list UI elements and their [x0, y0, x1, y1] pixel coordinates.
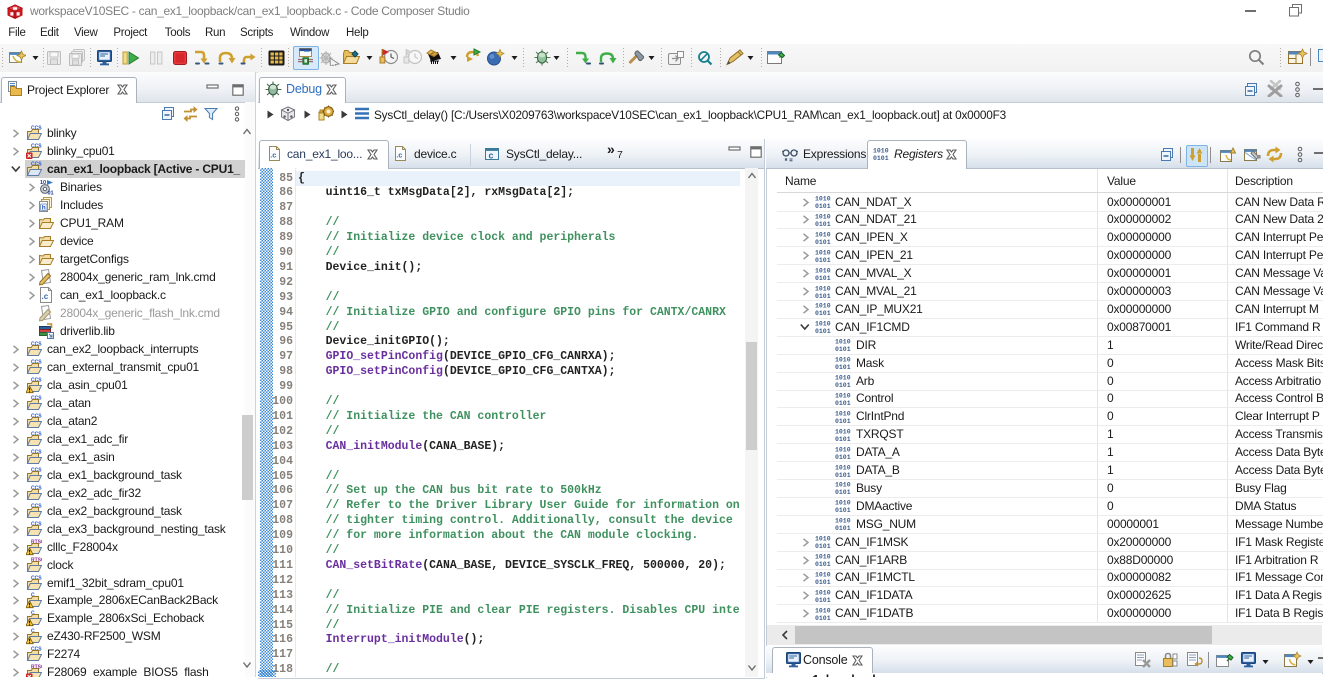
- svg-text:1010: 1010: [815, 536, 831, 543]
- svg-text:1010: 1010: [815, 607, 831, 614]
- svg-text:1010: 1010: [835, 375, 851, 382]
- svg-text:0101: 0101: [835, 400, 851, 407]
- svg-text:0101: 0101: [873, 155, 889, 162]
- svg-text:1010: 1010: [815, 267, 831, 274]
- svg-text:0101: 0101: [835, 507, 851, 514]
- svg-text:1010: 1010: [835, 392, 851, 399]
- svg-text:1010: 1010: [835, 464, 851, 471]
- svg-text:1010: 1010: [835, 410, 851, 417]
- svg-text:1010: 1010: [835, 446, 851, 453]
- svg-text:1010: 1010: [815, 589, 831, 596]
- svg-text:0101: 0101: [815, 203, 831, 210]
- svg-text:0101: 0101: [835, 525, 851, 532]
- svg-text:1010: 1010: [815, 554, 831, 561]
- svg-text:0101: 0101: [815, 615, 831, 622]
- svg-text:1010: 1010: [815, 231, 831, 238]
- svg-text:0101: 0101: [835, 454, 851, 461]
- svg-text:1010: 1010: [835, 357, 851, 364]
- svg-text:0101: 0101: [835, 364, 851, 371]
- svg-text:0101: 0101: [815, 275, 831, 282]
- svg-text:1010: 1010: [835, 339, 851, 346]
- svg-text:1010: 1010: [815, 249, 831, 256]
- svg-text:0101: 0101: [815, 310, 831, 317]
- svg-text:c: c: [489, 151, 494, 161]
- svg-text:0101: 0101: [835, 382, 851, 389]
- svg-text:0101: 0101: [815, 579, 831, 586]
- svg-text:1010: 1010: [815, 321, 831, 328]
- svg-text:0101: 0101: [815, 293, 831, 300]
- svg-text:1010: 1010: [815, 213, 831, 220]
- svg-text:1010: 1010: [835, 500, 851, 507]
- svg-text:0101: 0101: [835, 418, 851, 425]
- svg-text:1010: 1010: [815, 285, 831, 292]
- svg-text:.c: .c: [396, 151, 402, 160]
- svg-text:01: 01: [48, 190, 54, 196]
- svg-text:0101: 0101: [815, 221, 831, 228]
- svg-text:0101: 0101: [815, 597, 831, 604]
- svg-text:1010: 1010: [815, 196, 831, 203]
- svg-text:0101: 0101: [815, 328, 831, 335]
- svg-text:0101: 0101: [835, 489, 851, 496]
- svg-text:1010: 1010: [873, 148, 889, 155]
- svg-text:.c: .c: [42, 292, 49, 301]
- svg-text:0101: 0101: [835, 346, 851, 353]
- svg-text:1010: 1010: [815, 571, 831, 578]
- svg-text:.c: .c: [270, 151, 276, 160]
- svg-text:h: h: [42, 205, 46, 212]
- svg-text:1010: 1010: [835, 482, 851, 489]
- svg-text:0101: 0101: [815, 543, 831, 550]
- svg-text:0101: 0101: [815, 257, 831, 264]
- svg-text:0101: 0101: [835, 436, 851, 443]
- svg-text:0101: 0101: [815, 239, 831, 246]
- svg-text:1010: 1010: [835, 518, 851, 525]
- svg-text:1010: 1010: [835, 428, 851, 435]
- svg-text:1010: 1010: [815, 303, 831, 310]
- svg-text:0101: 0101: [835, 472, 851, 479]
- svg-text:0101: 0101: [815, 561, 831, 568]
